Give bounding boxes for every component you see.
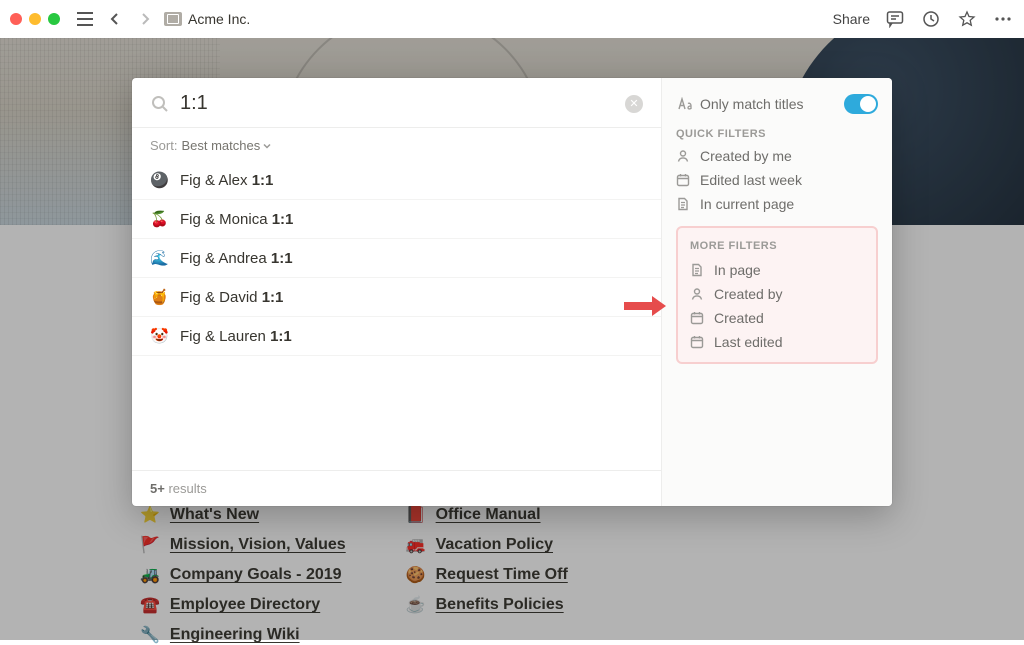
more-filter-item[interactable]: Last edited [690,334,864,350]
text-format-icon [676,97,692,111]
quick-filters-heading: QUICK FILTERS [676,128,878,140]
result-title: Fig & David 1:1 [180,289,283,306]
result-title: Fig & Lauren 1:1 [180,328,292,345]
search-result[interactable]: 🌊 Fig & Andrea 1:1 [132,239,661,278]
person-icon [676,149,690,163]
search-result[interactable]: 🎱 Fig & Alex 1:1 [132,161,661,200]
breadcrumb-title: Acme Inc. [188,11,250,27]
topbar: Acme Inc. Share [0,0,1024,38]
results-list: 🎱 Fig & Alex 1:1 🍒 Fig & Monica 1:1 🌊 Fig & A… [132,161,661,470]
more-icon[interactable] [992,8,1014,30]
result-emoji-icon: 🍒 [150,210,168,228]
search-icon [150,94,170,114]
more-filter-item[interactable]: Created [690,310,864,326]
result-title: Fig & Andrea 1:1 [180,250,293,267]
only-match-titles-toggle[interactable] [844,94,878,114]
callout-arrow-icon [624,296,666,316]
result-title: Fig & Monica 1:1 [180,211,293,228]
result-emoji-icon: 🍯 [150,288,168,306]
quick-filter-item[interactable]: In current page [676,196,878,212]
calendar-icon [690,311,704,325]
more-filters-section: MORE FILTERS In page Created by Created Las… [676,226,878,364]
filter-label: Created by [714,286,782,302]
filter-label: In current page [700,196,794,212]
search-results-panel: ✕ Sort: Best matches 🎱 Fig & Alex 1:1 🍒 Fig… [132,78,662,506]
more-filters-heading: MORE FILTERS [690,240,864,252]
quick-filter-item[interactable]: Created by me [676,148,878,164]
search-result[interactable]: 🤡 Fig & Lauren 1:1 [132,317,661,356]
filter-label: Created by me [700,148,792,164]
page-icon [676,197,690,211]
minimize-window-icon[interactable] [29,13,41,25]
clear-search-icon[interactable]: ✕ [625,95,643,113]
updates-icon[interactable] [920,8,942,30]
filter-label: Last edited [714,334,783,350]
person-icon [690,287,704,301]
calendar-icon [676,173,690,187]
maximize-window-icon[interactable] [48,13,60,25]
search-modal: ✕ Sort: Best matches 🎱 Fig & Alex 1:1 🍒 Fig… [132,78,892,506]
chevron-down-icon [262,141,272,151]
result-emoji-icon: 🎱 [150,171,168,189]
more-filter-item[interactable]: In page [690,262,864,278]
search-filters-panel: Only match titles QUICK FILTERS Created … [662,78,892,506]
forward-icon[interactable] [134,8,156,30]
close-window-icon[interactable] [10,13,22,25]
share-button[interactable]: Share [833,11,870,27]
quick-filters-section: QUICK FILTERS Created by me Edited last w… [676,128,878,212]
results-footer: 5+ results [132,470,661,506]
filter-label: Created [714,310,764,326]
result-emoji-icon: 🌊 [150,249,168,267]
back-icon[interactable] [104,8,126,30]
sort-dropdown[interactable]: Best matches [181,138,272,153]
filter-label: Edited last week [700,172,802,188]
sort-label: Sort: [150,138,177,153]
comments-icon[interactable] [884,8,906,30]
page-icon [164,12,182,26]
menu-icon[interactable] [74,8,96,30]
search-input[interactable] [180,92,615,115]
more-filter-item[interactable]: Created by [690,286,864,302]
calendar-icon [690,335,704,349]
search-result[interactable]: 🍒 Fig & Monica 1:1 [132,200,661,239]
result-emoji-icon: 🤡 [150,327,168,345]
only-match-titles-label: Only match titles [700,96,803,112]
favorite-icon[interactable] [956,8,978,30]
search-result[interactable]: 🍯 Fig & David 1:1 [132,278,661,317]
page-icon [690,263,704,277]
quick-filter-item[interactable]: Edited last week [676,172,878,188]
filter-label: In page [714,262,761,278]
breadcrumb[interactable]: Acme Inc. [164,11,250,27]
window-controls[interactable] [10,13,60,25]
result-title: Fig & Alex 1:1 [180,172,273,189]
